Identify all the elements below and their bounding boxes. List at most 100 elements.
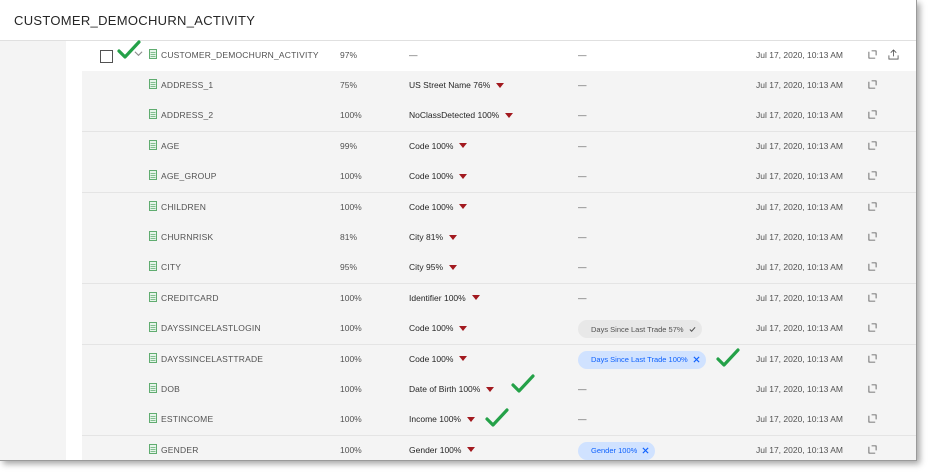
asset-name[interactable]: CUSTOMER_DEMOCHURN_ACTIVITY xyxy=(161,50,319,60)
annotation-check-icon xyxy=(716,348,740,367)
column-icon xyxy=(149,383,157,393)
table-row[interactable]: CHURNRISK 81% City 81% — Jul 17, 2020, 10:13… xyxy=(82,223,916,254)
open-icon[interactable] xyxy=(868,293,877,302)
close-icon[interactable] xyxy=(642,447,649,454)
table-row[interactable]: DAYSSINCELASTTRADE 100% Code 100% Days Sinc… xyxy=(82,344,916,376)
classification-label: Code 100% xyxy=(409,201,454,212)
column-icon xyxy=(149,109,157,120)
column-name[interactable]: AGE xyxy=(161,141,180,151)
column-icon xyxy=(149,291,157,302)
caret-down-icon[interactable] xyxy=(449,234,458,240)
classification: — xyxy=(409,50,418,60)
classification-dropdown[interactable]: US Street Name 76% xyxy=(409,80,505,90)
open-icon[interactable] xyxy=(868,414,877,423)
terms: — xyxy=(578,232,587,242)
column-name[interactable]: CITY xyxy=(161,262,181,272)
open-icon[interactable] xyxy=(868,110,877,119)
classification-dropdown[interactable]: NoClassDetected 100% xyxy=(409,110,514,121)
table-row[interactable]: DAYSSINCELASTLOGIN 100% Code 100% Days Sinc… xyxy=(82,314,916,346)
classification-dropdown[interactable]: Code 100% xyxy=(409,171,468,182)
open-icon[interactable] xyxy=(868,202,877,211)
column-name[interactable]: ADDRESS_2 xyxy=(161,110,213,120)
classification-dropdown[interactable]: Income 100% xyxy=(409,414,475,424)
caret-down-icon[interactable] xyxy=(459,325,468,331)
classification-dropdown[interactable]: Date of Birth 100% xyxy=(409,384,495,394)
open-icon[interactable] xyxy=(868,232,877,241)
column-name[interactable]: AGE_GROUP xyxy=(161,171,217,181)
quality-score: 100% xyxy=(340,110,362,121)
quality-score: 100% xyxy=(340,171,362,182)
classification-label: Code 100% xyxy=(409,140,454,151)
terms: — xyxy=(578,80,587,90)
table-row[interactable]: AGE_GROUP 100% Code 100% — Jul 17, 2020, 10:… xyxy=(82,162,916,194)
terms: — xyxy=(578,140,587,151)
column-icon xyxy=(149,352,157,363)
classification-dropdown[interactable]: Code 100% xyxy=(409,323,468,333)
classification-label: Date of Birth 100% xyxy=(409,384,481,394)
last-updated: Jul 17, 2020, 10:13 AM xyxy=(756,444,843,455)
quality-score: 100% xyxy=(340,414,362,425)
table-row[interactable]: CITY 95% City 95% — Jul 17, 2020, 10:13 AM xyxy=(82,253,916,285)
close-icon[interactable] xyxy=(693,356,700,363)
classification-label: NoClassDetected 100% xyxy=(409,110,500,121)
caret-down-icon[interactable] xyxy=(496,82,505,88)
row-checkbox[interactable] xyxy=(100,50,113,63)
column-name[interactable]: ADDRESS_1 xyxy=(161,80,213,90)
classification-dropdown[interactable]: City 95% xyxy=(409,262,458,273)
quality-score: 95% xyxy=(340,262,358,273)
term-tag[interactable]: Days Since Last Trade 100% xyxy=(578,350,706,369)
caret-down-icon[interactable] xyxy=(505,112,514,118)
column-name[interactable]: CREDITCARD xyxy=(161,293,219,303)
open-icon[interactable] xyxy=(868,354,877,363)
open-icon[interactable] xyxy=(868,262,877,271)
classification-label: Income 100% xyxy=(409,414,461,425)
open-icon[interactable] xyxy=(868,323,877,332)
table-row[interactable]: DOB 100% Date of Birth 100% — Jul 17, 2020, … xyxy=(82,375,916,406)
classification-dropdown[interactable]: Code 100% xyxy=(409,201,468,212)
classification-dropdown[interactable]: City 81% xyxy=(409,232,458,242)
caret-down-icon[interactable] xyxy=(486,386,495,392)
last-updated: Jul 17, 2020, 10:13 AM xyxy=(756,353,843,364)
caret-down-icon[interactable] xyxy=(459,173,468,179)
caret-down-icon[interactable] xyxy=(466,416,475,422)
open-icon[interactable] xyxy=(868,384,877,393)
classification-dropdown[interactable]: Gender 100% xyxy=(409,445,476,455)
caret-down-icon[interactable] xyxy=(467,447,476,453)
column-name[interactable]: DOB xyxy=(161,384,180,394)
table-row[interactable]: ADDRESS_1 75% US Street Name 76% — Jul 17, 2… xyxy=(82,71,916,102)
term-tag[interactable]: Days Since Last Trade 57% xyxy=(578,320,702,339)
column-name[interactable]: CHURNRISK xyxy=(161,232,213,242)
term-tag-label: Days Since Last Trade 100% xyxy=(591,355,688,365)
caret-down-icon[interactable] xyxy=(449,264,458,270)
column-icon xyxy=(149,413,157,424)
terms: — xyxy=(578,262,587,273)
open-icon[interactable] xyxy=(868,50,877,59)
classification-label: Code 100% xyxy=(409,171,454,182)
table-row-parent[interactable]: CUSTOMER_DEMOCHURN_ACTIVITY 97% — — Jul … xyxy=(82,41,916,72)
column-name[interactable]: ESTINCOME xyxy=(161,414,213,424)
term-tag[interactable]: Gender 100% xyxy=(578,441,656,460)
column-name[interactable]: DAYSSINCELASTTRADE xyxy=(161,354,263,364)
caret-down-icon[interactable] xyxy=(459,143,468,149)
classification-dropdown[interactable]: Code 100% xyxy=(409,140,468,151)
column-name[interactable]: DAYSSINCELASTLOGIN xyxy=(161,323,261,333)
classification-label: City 95% xyxy=(409,262,444,273)
classification-dropdown[interactable]: Identifier 100% xyxy=(409,293,480,303)
column-name[interactable]: GENDER xyxy=(161,445,199,455)
table-row[interactable]: ADDRESS_2 100% NoClassDetected 100% — Jul 17… xyxy=(82,101,916,133)
caret-down-icon[interactable] xyxy=(459,204,468,210)
table-row[interactable]: CHILDREN 100% Code 100% — Jul 17, 2020, 10:1… xyxy=(82,192,916,224)
open-icon[interactable] xyxy=(868,445,877,454)
open-icon[interactable] xyxy=(868,141,877,150)
export-icon[interactable] xyxy=(888,49,899,60)
table-row[interactable]: AGE 99% Code 100% — Jul 17, 2020, 10:13 AM xyxy=(82,131,916,163)
checkmark-icon[interactable] xyxy=(689,326,696,333)
caret-down-icon[interactable] xyxy=(459,356,468,362)
table-row[interactable]: GENDER 100% Gender 100% Gender 100% Jul 17, … xyxy=(82,435,916,460)
open-icon[interactable] xyxy=(868,80,877,89)
column-name[interactable]: CHILDREN xyxy=(161,202,206,212)
caret-down-icon[interactable] xyxy=(471,295,480,301)
classification-dropdown[interactable]: Code 100% xyxy=(409,354,468,364)
table-row[interactable]: CREDITCARD 100% Identifier 100% — Jul 17, 20… xyxy=(82,283,916,315)
open-icon[interactable] xyxy=(868,171,877,180)
